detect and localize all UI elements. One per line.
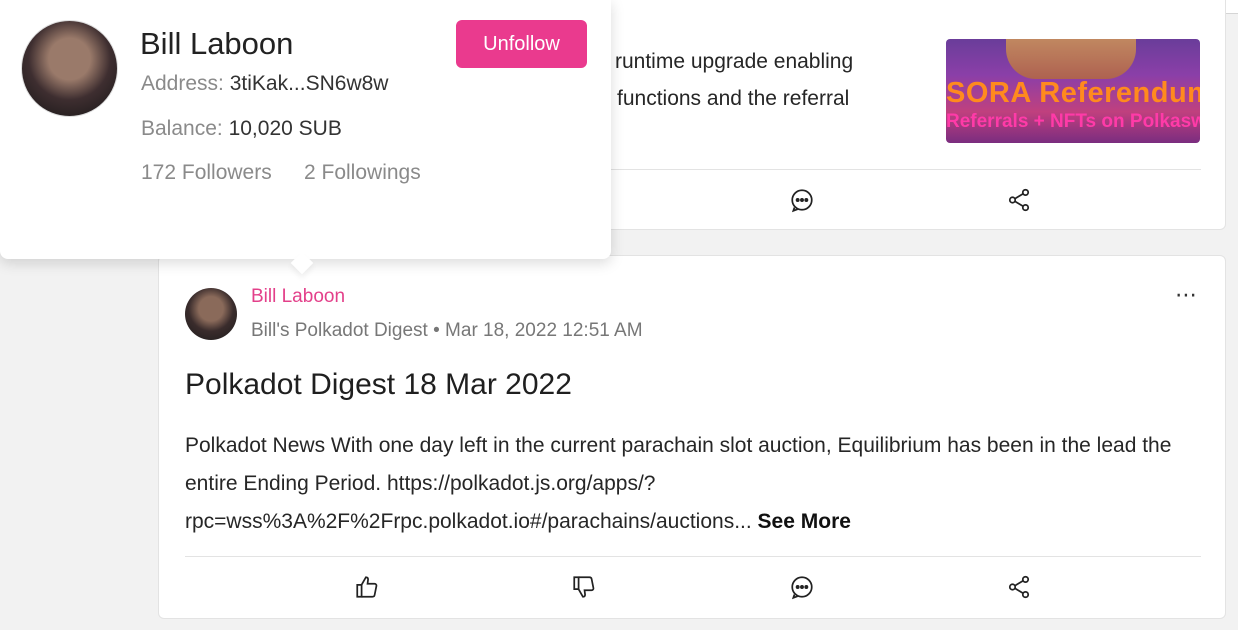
balance-label: Balance: <box>141 117 223 140</box>
avatar[interactable] <box>185 288 237 340</box>
post-date[interactable]: Mar 18, 2022 12:51 AM <box>445 320 643 341</box>
see-more-link[interactable]: See More <box>758 510 851 533</box>
comment-icon[interactable] <box>789 187 815 213</box>
unfollow-button[interactable]: Unfollow <box>456 20 587 68</box>
followers-count[interactable]: 172 Followers <box>141 154 281 192</box>
share-icon[interactable] <box>1006 187 1032 213</box>
post-thumbnail[interactable]: SORA Referendum Referrals + NFTs on Polk… <box>946 39 1200 143</box>
profile-address: Address: 3tiKak...SN6w8w <box>141 72 388 96</box>
author-link[interactable]: Bill Laboon <box>251 286 345 308</box>
profile-balance: Balance: 10,020 SUB <box>141 117 342 141</box>
post-meta: Bill's Polkadot Digest • Mar 18, 2022 12… <box>251 320 643 342</box>
post-body-text: Polkadot News With one day left in the c… <box>185 434 1172 533</box>
post-body: Polkadot News With one day left in the c… <box>185 427 1195 541</box>
following-count[interactable]: 2 Followings <box>304 154 444 192</box>
post-card: Bill Laboon Bill's Polkadot Digest • Mar… <box>158 255 1226 619</box>
share-icon[interactable] <box>1006 574 1032 600</box>
thumbnail-subtitle: Referrals + NFTs on Polkaswap <box>946 111 1200 132</box>
more-options-icon[interactable]: ⋯ <box>1175 282 1199 308</box>
profile-avatar[interactable] <box>21 20 118 117</box>
space-link[interactable]: Bill's Polkadot Digest <box>251 320 428 341</box>
post-title[interactable]: Polkadot Digest 18 Mar 2022 <box>185 368 572 402</box>
meta-separator: • <box>433 320 440 341</box>
balance-value: 10,020 SUB <box>228 117 342 140</box>
profile-name[interactable]: Bill Laboon <box>140 26 293 62</box>
thumbs-down-icon[interactable] <box>571 574 597 600</box>
post-summary: runtime upgrade enabling functions and t… <box>615 50 854 110</box>
address-value[interactable]: 3tiKak...SN6w8w <box>230 72 389 95</box>
comment-icon[interactable] <box>789 574 815 600</box>
address-label: Address: <box>141 72 224 95</box>
thumbnail-title: SORA Referendum <box>946 77 1200 109</box>
profile-popover: Bill Laboon Address: 3tiKak...SN6w8w Bal… <box>0 0 611 275</box>
thumbs-up-icon[interactable] <box>354 574 380 600</box>
